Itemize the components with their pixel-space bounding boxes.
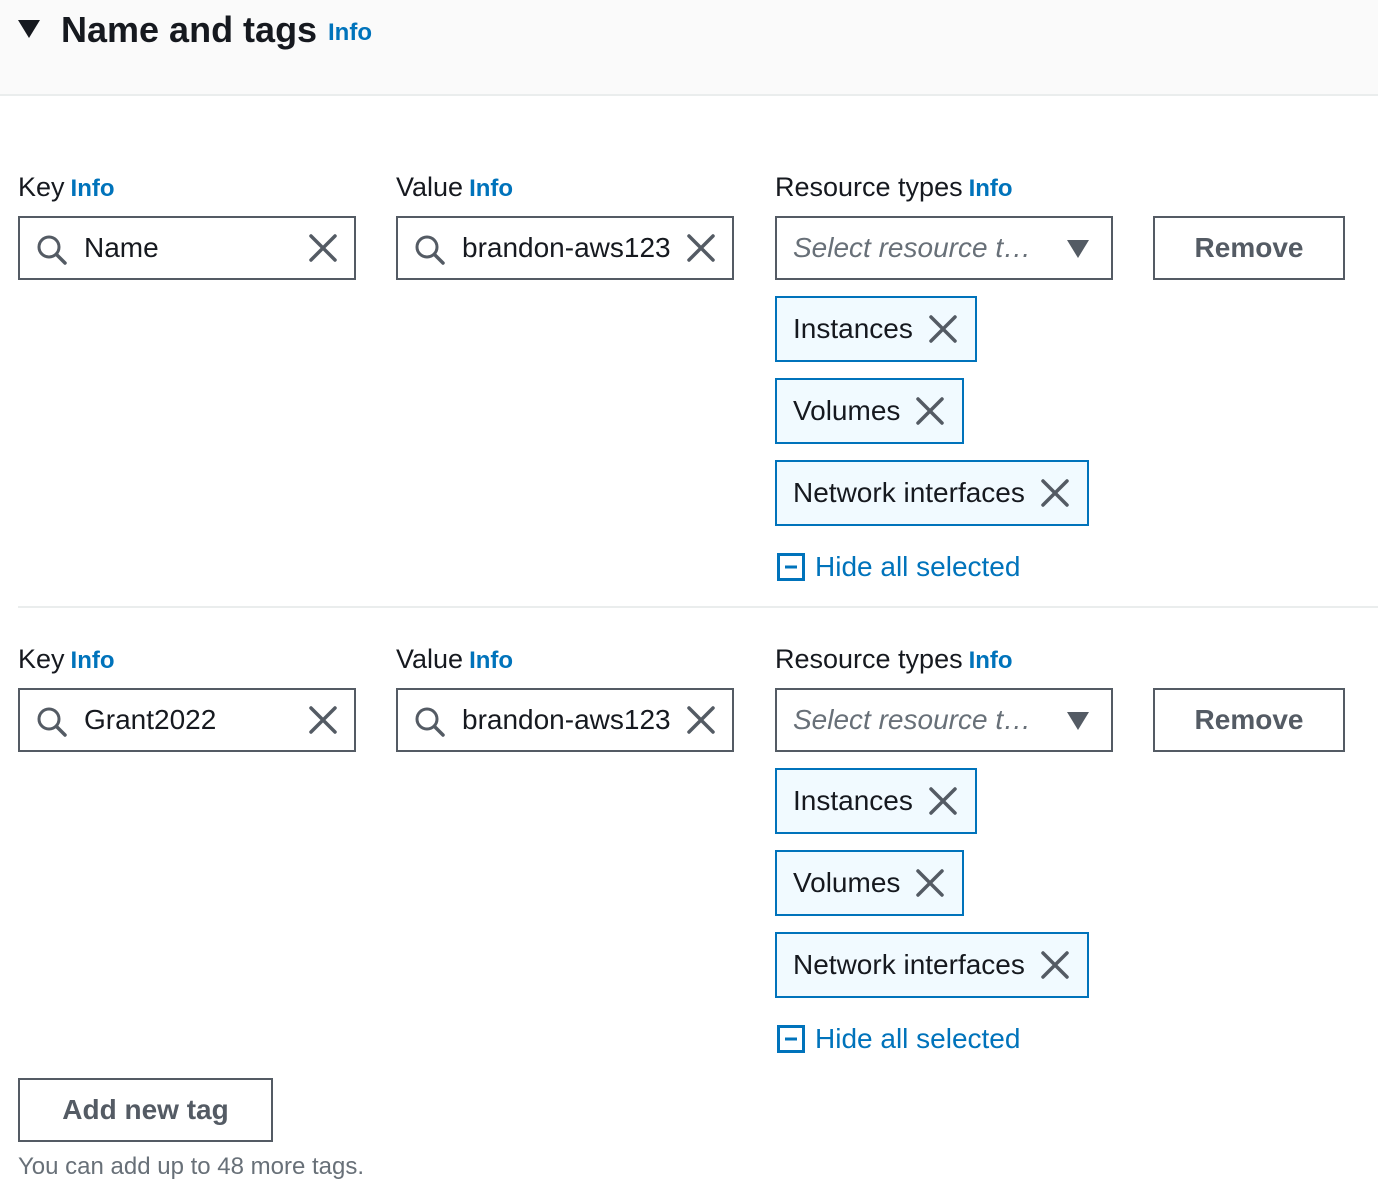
value-info-link[interactable]: Info <box>469 175 513 202</box>
token-label: Network interfaces <box>793 949 1025 980</box>
key-label-text: Key <box>18 172 65 202</box>
caret-down-icon[interactable] <box>1067 240 1089 258</box>
value-input-value[interactable]: brandon-aws123 <box>462 690 672 750</box>
key-label-text: Key <box>18 644 65 674</box>
key-info-link[interactable]: Info <box>71 175 115 202</box>
search-icon <box>37 707 67 737</box>
resource-types-label: Resource types Info <box>775 170 1013 206</box>
token-label: Instances <box>793 785 913 816</box>
resource-types-select[interactable]: Select resource types <box>775 688 1113 752</box>
close-icon[interactable] <box>308 233 338 263</box>
add-new-tag-button[interactable]: Add new tag <box>18 1078 273 1142</box>
value-label-text: Value <box>396 644 464 674</box>
close-icon[interactable] <box>1041 479 1069 507</box>
key-input-value[interactable]: Grant2022 <box>84 690 294 750</box>
value-input-value[interactable]: brandon-aws123 <box>462 218 672 278</box>
value-label-text: Value <box>396 172 464 202</box>
resource-token-volumes: Volumes <box>775 378 965 444</box>
key-label: Key Info <box>18 170 115 206</box>
tag-divider <box>18 606 1378 608</box>
value-input[interactable]: brandon-aws123 <box>396 216 734 280</box>
resource-types-label-text: Resource types <box>775 644 963 674</box>
section-info-link[interactable]: Info <box>328 18 372 48</box>
resource-types-placeholder[interactable]: Select resource types <box>793 218 1041 278</box>
token-label: Volumes <box>793 395 901 426</box>
close-icon[interactable] <box>929 787 957 815</box>
resource-types-info-link[interactable]: Info <box>969 175 1013 202</box>
minus-square-icon <box>777 1025 805 1053</box>
key-label: Key Info <box>18 642 115 678</box>
search-icon <box>37 235 67 265</box>
close-icon[interactable] <box>686 705 716 735</box>
key-input[interactable]: Grant2022 <box>18 688 356 752</box>
resource-types-label-text: Resource types <box>775 172 963 202</box>
section-title: Name and tags <box>61 9 318 50</box>
close-icon[interactable] <box>929 315 957 343</box>
token-label: Instances <box>793 313 913 344</box>
search-icon <box>415 707 445 737</box>
resource-types-placeholder[interactable]: Select resource types <box>793 690 1041 750</box>
close-icon[interactable] <box>1041 951 1069 979</box>
value-label: Value Info <box>396 170 513 206</box>
search-icon <box>415 235 445 265</box>
token-label: Volumes <box>793 867 901 898</box>
close-icon[interactable] <box>686 233 716 263</box>
value-label: Value Info <box>396 642 513 678</box>
close-icon[interactable] <box>916 869 945 897</box>
resource-token-network-interfaces: Network interfaces <box>775 460 1089 526</box>
remove-button[interactable]: Remove <box>1153 216 1345 280</box>
resource-types-label: Resource types Info <box>775 642 1013 678</box>
close-icon[interactable] <box>308 705 338 735</box>
value-input[interactable]: brandon-aws123 <box>396 688 734 752</box>
resource-types-select[interactable]: Select resource types <box>775 216 1113 280</box>
resource-token-network-interfaces: Network interfaces <box>775 932 1089 998</box>
caret-down-icon[interactable] <box>18 20 40 38</box>
caret-down-icon[interactable] <box>1067 712 1089 730</box>
remove-button[interactable]: Remove <box>1153 688 1345 752</box>
value-info-link[interactable]: Info <box>469 647 513 674</box>
token-label: Network interfaces <box>793 477 1025 508</box>
resource-token-instances: Instances <box>775 296 977 362</box>
resource-token-volumes: Volumes <box>775 850 965 916</box>
minus-square-icon <box>777 553 805 581</box>
key-input[interactable]: Name <box>18 216 356 280</box>
tags-remaining-hint: You can add up to 48 more tags. <box>18 1153 365 1180</box>
close-icon[interactable] <box>916 397 945 425</box>
hide-all-selected-text[interactable]: Hide all selected <box>815 550 1020 584</box>
section-header[interactable]: Name and tags Info <box>0 0 1378 96</box>
resource-token-instances: Instances <box>775 768 977 834</box>
resource-types-info-link[interactable]: Info <box>969 647 1013 674</box>
hide-all-selected-text[interactable]: Hide all selected <box>815 1022 1020 1056</box>
key-info-link[interactable]: Info <box>71 647 115 674</box>
key-input-value[interactable]: Name <box>84 218 294 278</box>
